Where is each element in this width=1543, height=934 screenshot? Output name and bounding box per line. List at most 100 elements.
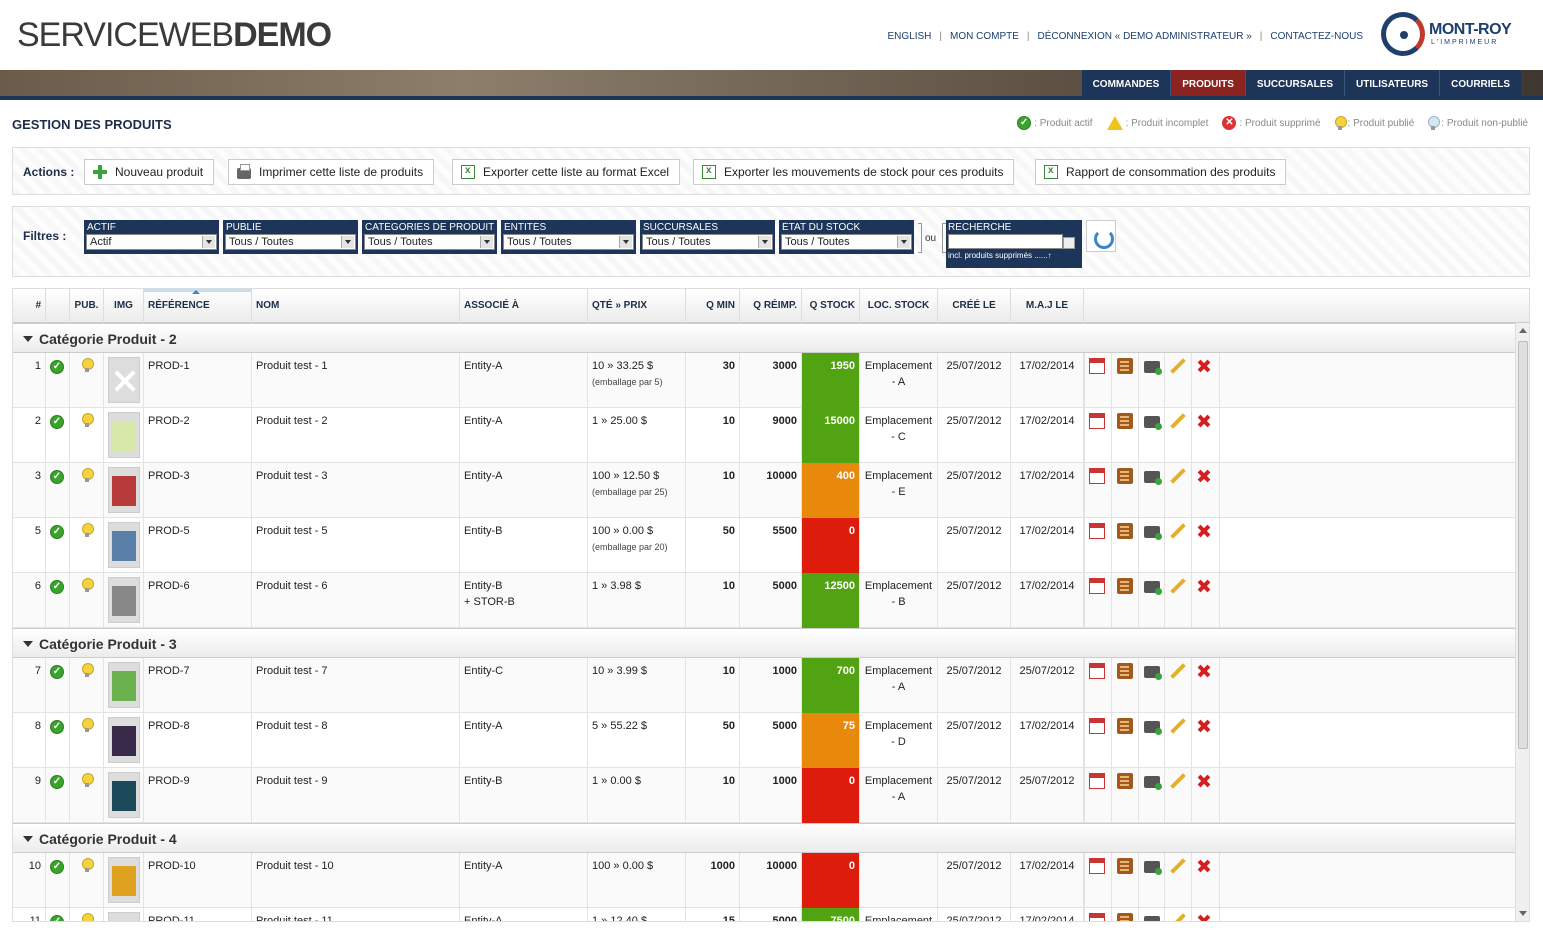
edit-pencil-icon[interactable] <box>1169 858 1185 874</box>
filter-select[interactable]: Tous / Toutes <box>364 234 495 250</box>
print-label-icon[interactable] <box>1144 721 1162 735</box>
scroll-down-icon[interactable] <box>1519 911 1527 916</box>
category-header[interactable]: Catégorie Produit - 4 <box>13 823 1515 853</box>
print-label-icon[interactable] <box>1144 776 1162 790</box>
stock-ledger-icon[interactable] <box>1117 523 1133 539</box>
table-row[interactable]: 6 ✓ PROD-6 Produit test - 6 Entity-B + STOR-B… <box>13 573 1515 628</box>
edit-pencil-icon[interactable] <box>1169 523 1185 539</box>
col-qstock[interactable]: Q STOCK <box>802 289 860 323</box>
delete-icon[interactable] <box>1196 578 1212 594</box>
calendar-icon[interactable] <box>1089 718 1105 734</box>
print-label-icon[interactable] <box>1144 471 1162 485</box>
col-img[interactable]: IMG <box>104 289 144 323</box>
product-thumbnail[interactable] <box>108 912 140 921</box>
product-thumbnail[interactable] <box>108 662 140 708</box>
delete-icon[interactable] <box>1196 523 1212 539</box>
calendar-icon[interactable] <box>1089 413 1105 429</box>
stock-ledger-icon[interactable] <box>1117 358 1133 374</box>
print-label-icon[interactable] <box>1144 666 1162 680</box>
export-excel-button[interactable]: Exporter cette liste au format Excel <box>452 159 681 185</box>
tab-succursales[interactable]: SUCCURSALES <box>1244 70 1345 100</box>
link-mon-compte[interactable]: MON COMPTE <box>950 31 1019 42</box>
export-stock-button[interactable]: Exporter les mouvements de stock pour ce… <box>693 159 1015 185</box>
calendar-icon[interactable] <box>1089 523 1105 539</box>
stock-ledger-icon[interactable] <box>1117 718 1133 734</box>
calendar-icon[interactable] <box>1089 913 1105 921</box>
filter-select[interactable]: Tous / Toutes <box>503 234 634 250</box>
delete-icon[interactable] <box>1196 858 1212 874</box>
stock-ledger-icon[interactable] <box>1117 858 1133 874</box>
delete-icon[interactable] <box>1196 718 1212 734</box>
filter-actif[interactable]: ACTIF Actif <box>84 220 219 254</box>
product-thumbnail[interactable] <box>108 577 140 623</box>
chevron-down-icon[interactable] <box>619 236 632 248</box>
brand-logo[interactable]: SERVICEWEBDEMO <box>17 16 332 55</box>
product-thumbnail[interactable] <box>108 772 140 818</box>
search-input[interactable] <box>948 234 1063 249</box>
col-num[interactable]: # <box>13 289 46 323</box>
table-row[interactable]: 10 ✓ PROD-10 Produit test - 10 Entity-A 100 »… <box>13 853 1515 908</box>
col-nom[interactable]: NOM <box>252 289 460 323</box>
product-thumbnail[interactable] <box>108 857 140 903</box>
calendar-icon[interactable] <box>1089 663 1105 679</box>
scroll-thumb[interactable] <box>1518 341 1528 749</box>
vertical-scrollbar[interactable] <box>1515 323 1529 921</box>
table-row[interactable]: 1 ✓ PROD-1 Produit test - 1 Entity-A 10 » 33.… <box>13 353 1515 408</box>
tab-produits[interactable]: PRODUITS <box>1170 70 1245 100</box>
table-row[interactable]: 2 ✓ PROD-2 Produit test - 2 Entity-A 1 » 25.0… <box>13 408 1515 463</box>
filter-categories[interactable]: CATÉGORIES DE PRODUITS Tous / Toutes <box>362 220 497 254</box>
filter-select[interactable]: Tous / Toutes <box>642 234 773 250</box>
col-associe[interactable]: ASSOCIÉ À <box>460 289 588 323</box>
chevron-down-icon[interactable] <box>480 236 493 248</box>
print-label-icon[interactable] <box>1144 861 1162 875</box>
col-loc-stock[interactable]: LOC. STOCK <box>860 289 938 323</box>
delete-icon[interactable] <box>1196 468 1212 484</box>
stock-ledger-icon[interactable] <box>1117 413 1133 429</box>
delete-icon[interactable] <box>1196 913 1212 921</box>
table-row[interactable]: 8 ✓ PROD-8 Produit test - 8 Entity-A 5 » 55.2… <box>13 713 1515 768</box>
link-english[interactable]: ENGLISH <box>887 31 931 42</box>
link-deconnexion[interactable]: DÉCONNEXION « DEMO ADMINISTRATEUR » <box>1038 31 1252 42</box>
new-product-button[interactable]: Nouveau produit <box>84 159 215 185</box>
col-updated[interactable]: M.A.J LE <box>1011 289 1084 323</box>
filter-entites[interactable]: ENTITÉS Tous / Toutes <box>501 220 636 254</box>
tab-courriels[interactable]: COURRIELS <box>1439 70 1521 100</box>
filter-publie[interactable]: PUBLIÉ Tous / Toutes <box>223 220 358 254</box>
stock-ledger-icon[interactable] <box>1117 468 1133 484</box>
col-qreimp[interactable]: Q RÉIMP. <box>740 289 802 323</box>
edit-pencil-icon[interactable] <box>1169 773 1185 789</box>
edit-pencil-icon[interactable] <box>1169 413 1185 429</box>
table-row[interactable]: 3 ✓ PROD-3 Produit test - 3 Entity-A 100 » 12… <box>13 463 1515 518</box>
stock-ledger-icon[interactable] <box>1117 913 1133 921</box>
col-created[interactable]: CRÉÉ LE <box>938 289 1011 323</box>
scroll-up-icon[interactable] <box>1519 328 1527 333</box>
edit-pencil-icon[interactable] <box>1169 358 1185 374</box>
tab-commandes[interactable]: COMMANDES <box>1080 70 1171 100</box>
edit-pencil-icon[interactable] <box>1169 913 1185 921</box>
product-thumbnail[interactable] <box>108 522 140 568</box>
table-row[interactable]: 11 ✓ PROD-11 Produit test - 11 Entity-A 1 » 1… <box>13 908 1515 921</box>
calendar-icon[interactable] <box>1089 358 1105 374</box>
calendar-icon[interactable] <box>1089 858 1105 874</box>
print-label-icon[interactable] <box>1144 916 1160 921</box>
edit-pencil-icon[interactable] <box>1169 663 1185 679</box>
print-label-icon[interactable] <box>1144 526 1162 540</box>
table-row[interactable]: 5 ✓ PROD-5 Produit test - 5 Entity-B 100 » 0.… <box>13 518 1515 573</box>
delete-icon[interactable] <box>1196 358 1212 374</box>
col-qty-price[interactable]: QTÉ » PRIX <box>588 289 686 323</box>
chevron-down-icon[interactable] <box>758 236 771 248</box>
col-pub[interactable]: PUB. <box>70 289 104 323</box>
include-deleted-checkbox[interactable] <box>1063 237 1075 249</box>
print-label-icon[interactable] <box>1144 581 1162 595</box>
delete-icon[interactable] <box>1196 413 1212 429</box>
edit-pencil-icon[interactable] <box>1169 718 1185 734</box>
edit-pencil-icon[interactable] <box>1169 578 1185 594</box>
filter-select[interactable]: Tous / Toutes <box>781 234 912 250</box>
product-thumbnail[interactable] <box>108 412 140 458</box>
print-label-icon[interactable] <box>1144 361 1162 375</box>
table-row[interactable]: 9 ✓ PROD-9 Produit test - 9 Entity-B 1 » 0.00… <box>13 768 1515 823</box>
consumption-report-button[interactable]: Rapport de consommation des produits <box>1035 159 1287 185</box>
print-label-icon[interactable] <box>1144 416 1162 430</box>
col-reference[interactable]: RÉFÉRENCE <box>144 289 252 323</box>
delete-icon[interactable] <box>1196 663 1212 679</box>
